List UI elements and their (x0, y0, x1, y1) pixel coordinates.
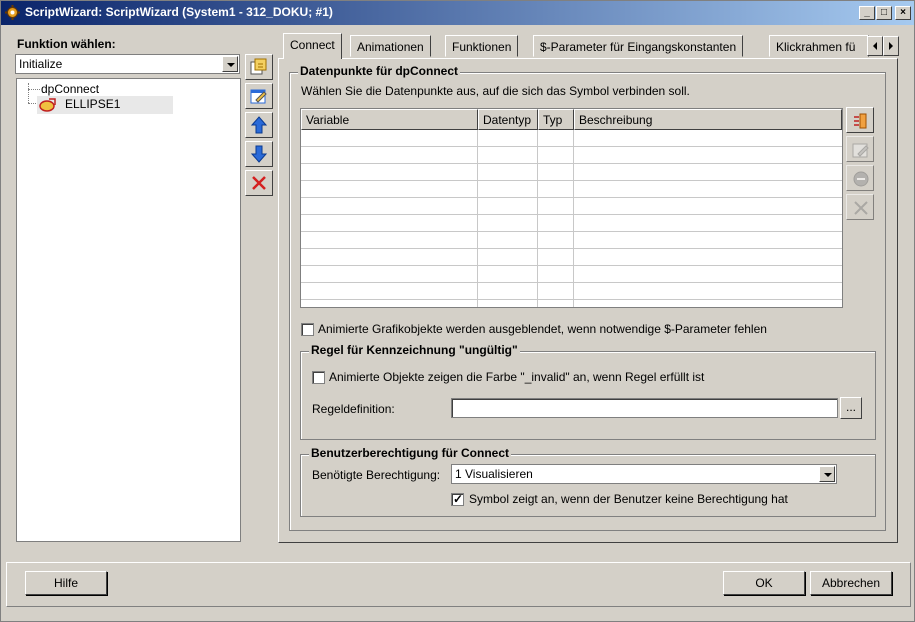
invalid-rule-legend: Regel für Kennzeichnung "ungültig" (309, 343, 520, 357)
maximize-button[interactable]: □ (876, 6, 892, 20)
required-permission-label: Benötigte Berechtigung: (312, 468, 441, 482)
tab-scroll-right-button[interactable] (883, 36, 899, 56)
delete-script-button[interactable] (245, 170, 273, 196)
edit-datapoint-button[interactable] (846, 136, 874, 162)
add-datapoint-icon (854, 113, 867, 129)
tab-funktionen[interactable]: Funktionen (445, 35, 519, 57)
add-datapoint-button[interactable] (846, 107, 874, 133)
edit-icon (852, 143, 869, 158)
close-button[interactable]: × (895, 6, 911, 20)
arrow-up-icon (250, 116, 268, 134)
tab-animationen[interactable]: Animationen (350, 35, 431, 57)
table-row[interactable] (301, 232, 842, 249)
tree-connector (28, 83, 29, 103)
symbol-permission-label: Symbol zeigt an, wenn der Benutzer keine… (469, 492, 788, 506)
delete-icon (252, 176, 266, 190)
table-row[interactable] (301, 147, 842, 164)
tree-item-label: ELLIPSE1 (65, 97, 121, 111)
invalid-color-label: Animierte Objekte zeigen die Farbe "_inv… (329, 370, 705, 384)
tree-item-ellipse1[interactable]: ELLIPSE1 (37, 96, 173, 114)
hide-animated-checkbox[interactable] (301, 323, 314, 336)
chevron-right-icon (889, 42, 893, 50)
add-script-icon (250, 58, 267, 75)
chevron-down-icon[interactable] (222, 56, 238, 72)
add-script-button[interactable] (245, 54, 273, 80)
function-select-value: Initialize (19, 57, 63, 71)
help-button[interactable]: Hilfe (25, 571, 107, 595)
invalid-rule-group (300, 351, 876, 440)
function-label: Funktion wählen: (17, 37, 116, 51)
table-row[interactable] (301, 283, 842, 300)
rule-definition-label: Regeldefinition: (312, 402, 395, 416)
datapoints-legend: Datenpunkte für dpConnect (298, 64, 460, 78)
cancel-button[interactable]: Abbrechen (810, 571, 892, 595)
remove-datapoint-button[interactable] (846, 165, 874, 191)
tree-connector (28, 89, 40, 90)
tree-item-dpconnect[interactable]: dpConnect (41, 82, 99, 96)
chevron-left-icon (873, 42, 877, 50)
column-header-variable[interactable]: Variable (301, 109, 478, 130)
table-row[interactable] (301, 215, 842, 232)
tab-scroll-left-button[interactable] (867, 36, 883, 56)
invalid-color-checkbox[interactable] (312, 371, 325, 384)
minimize-button[interactable]: _ (859, 6, 875, 20)
ellipse-shape-icon (39, 98, 56, 112)
arrow-down-icon (250, 145, 268, 163)
title-bar[interactable]: ScriptWizard: ScriptWizard (System1 - 31… (1, 1, 914, 25)
delete-icon (854, 201, 868, 215)
checkmark-icon: ✓ (453, 492, 464, 506)
table-row[interactable] (301, 130, 842, 147)
column-header-typ[interactable]: Typ (538, 109, 574, 130)
permission-legend: Benutzerberechtigung für Connect (309, 446, 512, 460)
app-icon (5, 5, 20, 20)
move-down-button[interactable] (245, 141, 273, 167)
function-select[interactable]: Initialize (15, 54, 240, 74)
column-divider (537, 130, 538, 307)
hide-animated-label: Animierte Grafikobjekte werden ausgeblen… (318, 322, 767, 336)
table-row[interactable] (301, 181, 842, 198)
tab-parameter[interactable]: $-Parameter für Eingangskonstanten (533, 35, 744, 57)
move-up-button[interactable] (245, 112, 273, 138)
edit-script-button[interactable] (245, 83, 273, 109)
function-tree[interactable]: dpConnect ELLIPSE1 (16, 78, 241, 542)
edit-icon (250, 89, 267, 104)
datapoints-description: Wählen Sie die Datenpunkte aus, auf die … (301, 84, 690, 98)
required-permission-value: 1 Visualisieren (455, 467, 533, 481)
window-title: ScriptWizard: ScriptWizard (System1 - 31… (25, 5, 333, 19)
column-divider (477, 130, 478, 307)
required-permission-select[interactable]: 1 Visualisieren (451, 464, 837, 484)
column-divider (573, 130, 574, 307)
tab-klickrahmen[interactable]: Klickrahmen fü (769, 35, 869, 57)
table-row[interactable] (301, 198, 842, 215)
column-header-datentyp[interactable]: Datentyp (478, 109, 538, 130)
ok-button[interactable]: OK (723, 571, 805, 595)
datapoints-table[interactable]: Variable Datentyp Typ Beschreibung (300, 108, 843, 308)
symbol-permission-checkbox[interactable]: ✓ (451, 492, 464, 506)
remove-icon (853, 171, 869, 187)
rule-definition-browse-button[interactable]: ... (840, 397, 862, 419)
delete-datapoint-button[interactable] (846, 194, 874, 220)
script-wizard-window: ScriptWizard: ScriptWizard (System1 - 31… (0, 0, 915, 622)
table-row[interactable] (301, 249, 842, 266)
rule-definition-field[interactable] (451, 398, 838, 418)
table-row[interactable] (301, 266, 842, 283)
column-header-beschreibung[interactable]: Beschreibung (574, 109, 842, 130)
table-row[interactable] (301, 164, 842, 181)
chevron-down-icon[interactable] (819, 466, 835, 482)
tab-connect[interactable]: Connect (283, 33, 342, 59)
